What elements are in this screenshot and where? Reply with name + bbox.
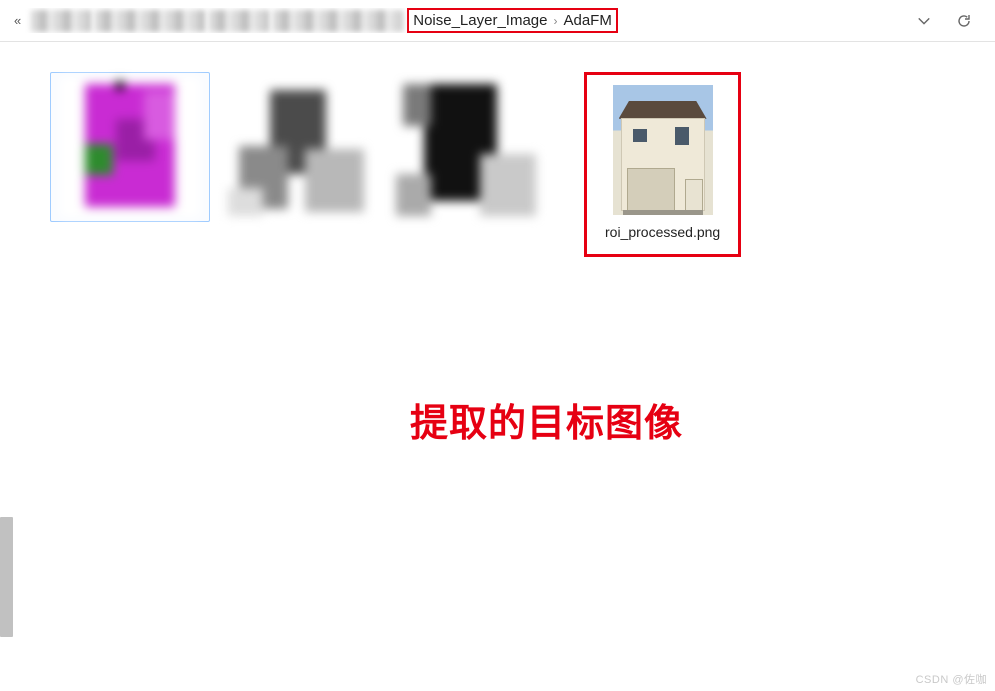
scrollbar-thumb[interactable] <box>0 517 13 637</box>
breadcrumb-overflow[interactable]: « <box>8 13 27 28</box>
annotation-label: 提取的目标图像 <box>410 392 683 447</box>
breadcrumb-blurred-segment <box>273 10 403 32</box>
breadcrumb-blurred-segment <box>95 10 205 32</box>
breadcrumb-bar: « Noise_Layer_Image › AdaFM <box>0 0 995 42</box>
breadcrumb-segment-adafm[interactable]: AdaFM <box>563 12 611 29</box>
thumbnail-icon <box>228 76 368 216</box>
refresh-icon[interactable] <box>955 12 973 30</box>
file-row: roi_processed.png <box>50 72 995 257</box>
breadcrumb[interactable]: « Noise_Layer_Image › AdaFM <box>8 8 901 33</box>
thumbnail-icon <box>396 76 536 216</box>
file-item-roi-processed[interactable]: roi_processed.png <box>584 72 741 257</box>
file-item-blurred[interactable] <box>50 72 210 222</box>
breadcrumb-blurred-segment <box>209 10 269 32</box>
chevron-right-icon: › <box>553 14 557 28</box>
breadcrumb-highlighted: Noise_Layer_Image › AdaFM <box>407 8 618 33</box>
breadcrumb-blurred-segment <box>31 10 91 32</box>
breadcrumb-actions <box>901 12 987 30</box>
file-item-blurred[interactable] <box>218 72 378 220</box>
thumbnail-icon <box>613 85 713 215</box>
file-label: roi_processed.png <box>605 223 720 242</box>
watermark: CSDN @佐咖 <box>916 671 987 687</box>
breadcrumb-segment-noise-layer-image[interactable]: Noise_Layer_Image <box>413 12 547 29</box>
file-grid: roi_processed.png 提取的目标图像 <box>0 42 995 691</box>
chevron-down-icon[interactable] <box>915 12 933 30</box>
thumbnail-icon <box>60 77 200 217</box>
file-item-blurred[interactable] <box>386 72 546 220</box>
